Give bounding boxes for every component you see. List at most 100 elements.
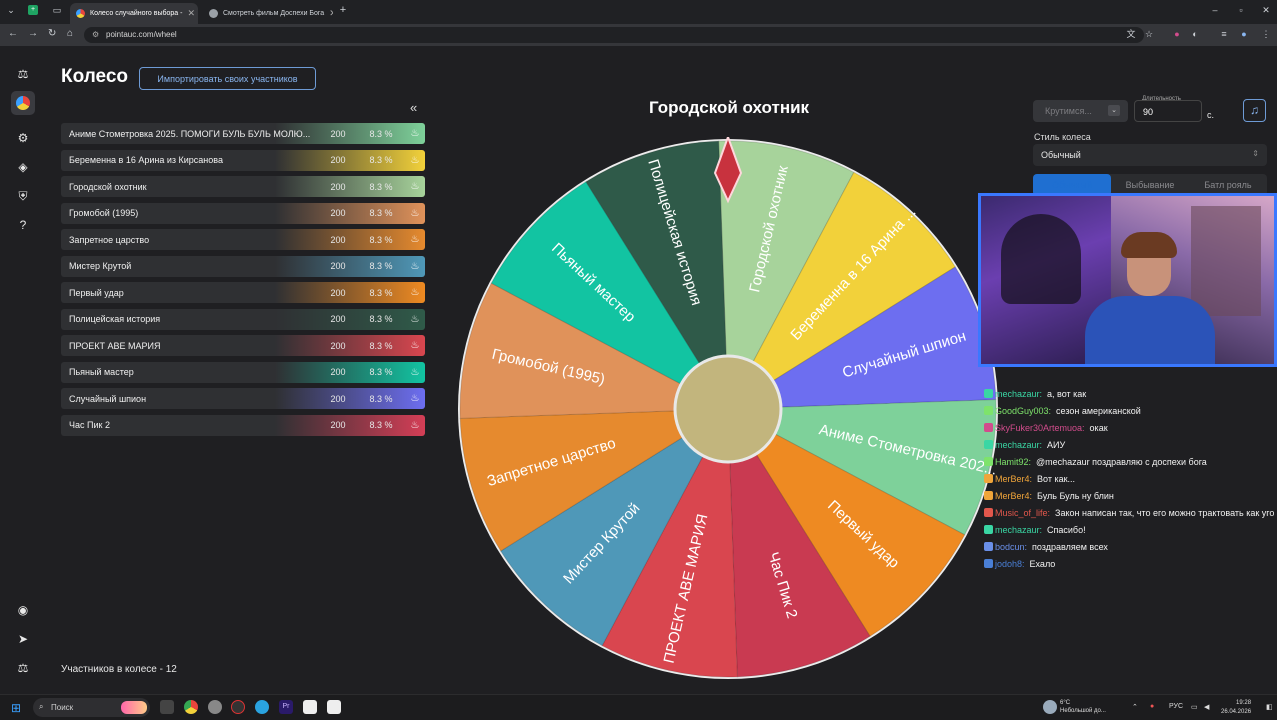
lightbulb-icon[interactable]: ♨ <box>405 388 425 409</box>
duration-input[interactable]: 90 <box>1134 100 1202 122</box>
translate-icon[interactable]: 文 <box>1126 29 1136 39</box>
chat-message: GoodGuy003: сезон американской <box>984 402 1274 419</box>
extension-icon[interactable]: ◐ <box>1190 29 1200 39</box>
participant-row[interactable]: ПРОЕКТ АВЕ МАРИЯ 200 8.3 % ♨ <box>61 335 425 356</box>
chrome-icon[interactable] <box>184 700 198 714</box>
minimize-icon[interactable]: – <box>1210 5 1220 15</box>
tab-wheel[interactable]: Колесо случайного выбора - ✕ <box>70 3 198 24</box>
volume-icon[interactable]: ◀ <box>1204 703 1209 711</box>
import-participants-button[interactable]: Импортировать своих участников <box>139 67 316 90</box>
url-field[interactable]: ⚙ pointauc.com/wheel <box>84 27 1144 43</box>
tray-chevron-icon[interactable]: ⌃ <box>1132 703 1138 711</box>
back-icon[interactable]: ← <box>8 28 18 39</box>
history-icon[interactable]: ⚖ <box>11 656 35 680</box>
shelf <box>1191 206 1261 316</box>
lightbulb-icon[interactable]: ♨ <box>405 176 425 197</box>
settings-gear-icon[interactable]: ⚙ <box>11 126 35 150</box>
obs-icon[interactable] <box>231 700 245 714</box>
clock-time: 19:28 <box>1236 700 1252 706</box>
microphone-icon[interactable]: ● <box>1150 703 1154 710</box>
shield-icon[interactable]: ⛨ <box>11 184 35 208</box>
close-window-icon[interactable]: ✕ <box>1261 5 1271 15</box>
sheets-icon[interactable]: + <box>28 5 38 15</box>
participant-row[interactable]: Пьяный мастер 200 8.3 % ♨ <box>61 361 425 383</box>
chat-username: mechazaur: <box>995 524 1043 535</box>
participant-row[interactable]: Первый удар 200 8.3 % ♨ <box>61 282 425 303</box>
lightbulb-icon[interactable]: ♨ <box>405 309 425 330</box>
app-icon[interactable] <box>327 700 341 714</box>
layers-icon[interactable]: ◈ <box>11 155 35 179</box>
music-note-icon[interactable]: ♫ <box>1243 99 1266 122</box>
participant-row[interactable]: Громобой (1995) 200 8.3 % ♨ <box>61 202 425 224</box>
new-tab-icon[interactable]: + <box>338 5 348 16</box>
display-icon[interactable]: ▭ <box>1191 703 1198 711</box>
lightbulb-icon[interactable]: ♨ <box>405 229 425 250</box>
reload-icon[interactable]: ↻ <box>48 28 56 39</box>
site-info-icon[interactable]: ⚙ <box>92 30 99 39</box>
wheel-style-select[interactable]: Обычный ⇕ <box>1033 144 1267 166</box>
premiere-icon[interactable]: Pr <box>279 700 293 714</box>
dropdown-chevron-icon[interactable]: ⌄ <box>1108 105 1120 116</box>
telegram-icon[interactable] <box>255 700 269 714</box>
lightbulb-icon[interactable]: ♨ <box>405 256 425 277</box>
app-icon[interactable] <box>303 700 317 714</box>
select-chevron-icon: ⇕ <box>1252 149 1259 158</box>
system-clock[interactable]: 19:28 26.04.2026 <box>1221 699 1251 717</box>
taskbar-search[interactable]: ⌕ Поиск <box>33 698 150 717</box>
chat-badge-icon <box>984 457 993 466</box>
wheel-nav-icon[interactable] <box>11 91 35 115</box>
chat-badge-icon <box>984 508 993 517</box>
github-icon[interactable]: ◉ <box>11 598 35 622</box>
windows-start-icon[interactable]: ⊞ <box>11 702 23 714</box>
weather-icon <box>1043 700 1057 714</box>
notifications-icon[interactable]: ◧ <box>1266 703 1273 711</box>
menu-icon[interactable]: ⋮ <box>1261 29 1271 39</box>
lightbulb-icon[interactable]: ♨ <box>405 415 425 436</box>
chat-username: MerBer4: <box>995 490 1033 501</box>
chat-text: окак <box>1089 422 1108 433</box>
language-indicator[interactable]: РУС <box>1169 703 1183 710</box>
close-tab-icon[interactable]: ✕ <box>187 8 195 19</box>
lightbulb-icon[interactable]: ♨ <box>405 362 425 383</box>
home-icon[interactable]: ⌂ <box>67 28 73 39</box>
participant-row[interactable]: Аниме Стометровка 2025. ПОМОГИ БУЛЬ БУЛЬ… <box>61 123 425 144</box>
forward-icon[interactable]: → <box>28 28 38 39</box>
lightbulb-icon[interactable]: ♨ <box>405 282 425 303</box>
participant-row[interactable]: Мистер Крутой 200 8.3 % ♨ <box>61 255 425 277</box>
auction-gavel-icon[interactable]: ⚖ <box>11 62 35 86</box>
stream-chat: mechazaur: а, вот как GoodGuy003: сезон аме… <box>984 385 1274 572</box>
help-icon[interactable]: ? <box>11 213 35 237</box>
spin-button[interactable]: Крутимся... ⌄ <box>1033 100 1128 122</box>
participant-amount: 200 <box>330 340 346 351</box>
maximize-icon[interactable]: ▫ <box>1236 5 1246 15</box>
chat-message: bodcun: поздравляем всех <box>984 538 1274 555</box>
participant-row[interactable]: Случайный шпион 200 8.3 % ♨ <box>61 388 425 409</box>
bookmark-star-icon[interactable]: ☆ <box>1144 29 1154 39</box>
participant-row[interactable]: Полицейская история 200 8.3 % ♨ <box>61 308 425 330</box>
lightbulb-icon[interactable]: ♨ <box>405 335 425 356</box>
tab-search-icon[interactable]: ⌄ <box>6 5 16 15</box>
tab-movie[interactable]: Смотреть фильм Доспехи Бога ✕ <box>203 3 333 24</box>
tab-groups-icon[interactable]: ▭ <box>52 5 62 15</box>
wheel-center[interactable] <box>673 354 783 464</box>
lightbulb-icon[interactable]: ♨ <box>405 203 425 224</box>
profile-avatar[interactable]: ● <box>1239 29 1249 39</box>
telegram-icon[interactable]: ➤ <box>11 627 35 651</box>
streamer-hair <box>1121 232 1177 258</box>
extension-icon[interactable]: ● <box>1172 29 1182 39</box>
reading-list-icon[interactable]: ≡ <box>1219 29 1229 39</box>
participant-row[interactable]: Час Пик 2 200 8.3 % ♨ <box>61 414 425 436</box>
close-tab-icon[interactable]: ✕ <box>329 8 333 19</box>
participant-amount: 200 <box>330 314 346 324</box>
chat-message: MerBer4: Вот как... <box>984 470 1274 487</box>
weather-widget[interactable]: 6°C Небольшой до... <box>1060 699 1106 715</box>
collapse-panel-icon[interactable]: « <box>410 100 417 115</box>
lightbulb-icon[interactable]: ♨ <box>405 123 425 144</box>
participant-row[interactable]: Запретное царство 200 8.3 % ♨ <box>61 229 425 250</box>
app-icon[interactable] <box>208 700 222 714</box>
participant-row[interactable]: Городской охотник 200 8.3 % ♨ <box>61 176 425 197</box>
prize-wheel[interactable]: Городской охотникБеременна в 16 Арина ..… <box>456 137 1000 681</box>
task-view-icon[interactable] <box>160 700 174 714</box>
participant-row[interactable]: Беременна в 16 Арина из Кирсанова 200 8.3 … <box>61 149 425 171</box>
lightbulb-icon[interactable]: ♨ <box>405 150 425 171</box>
